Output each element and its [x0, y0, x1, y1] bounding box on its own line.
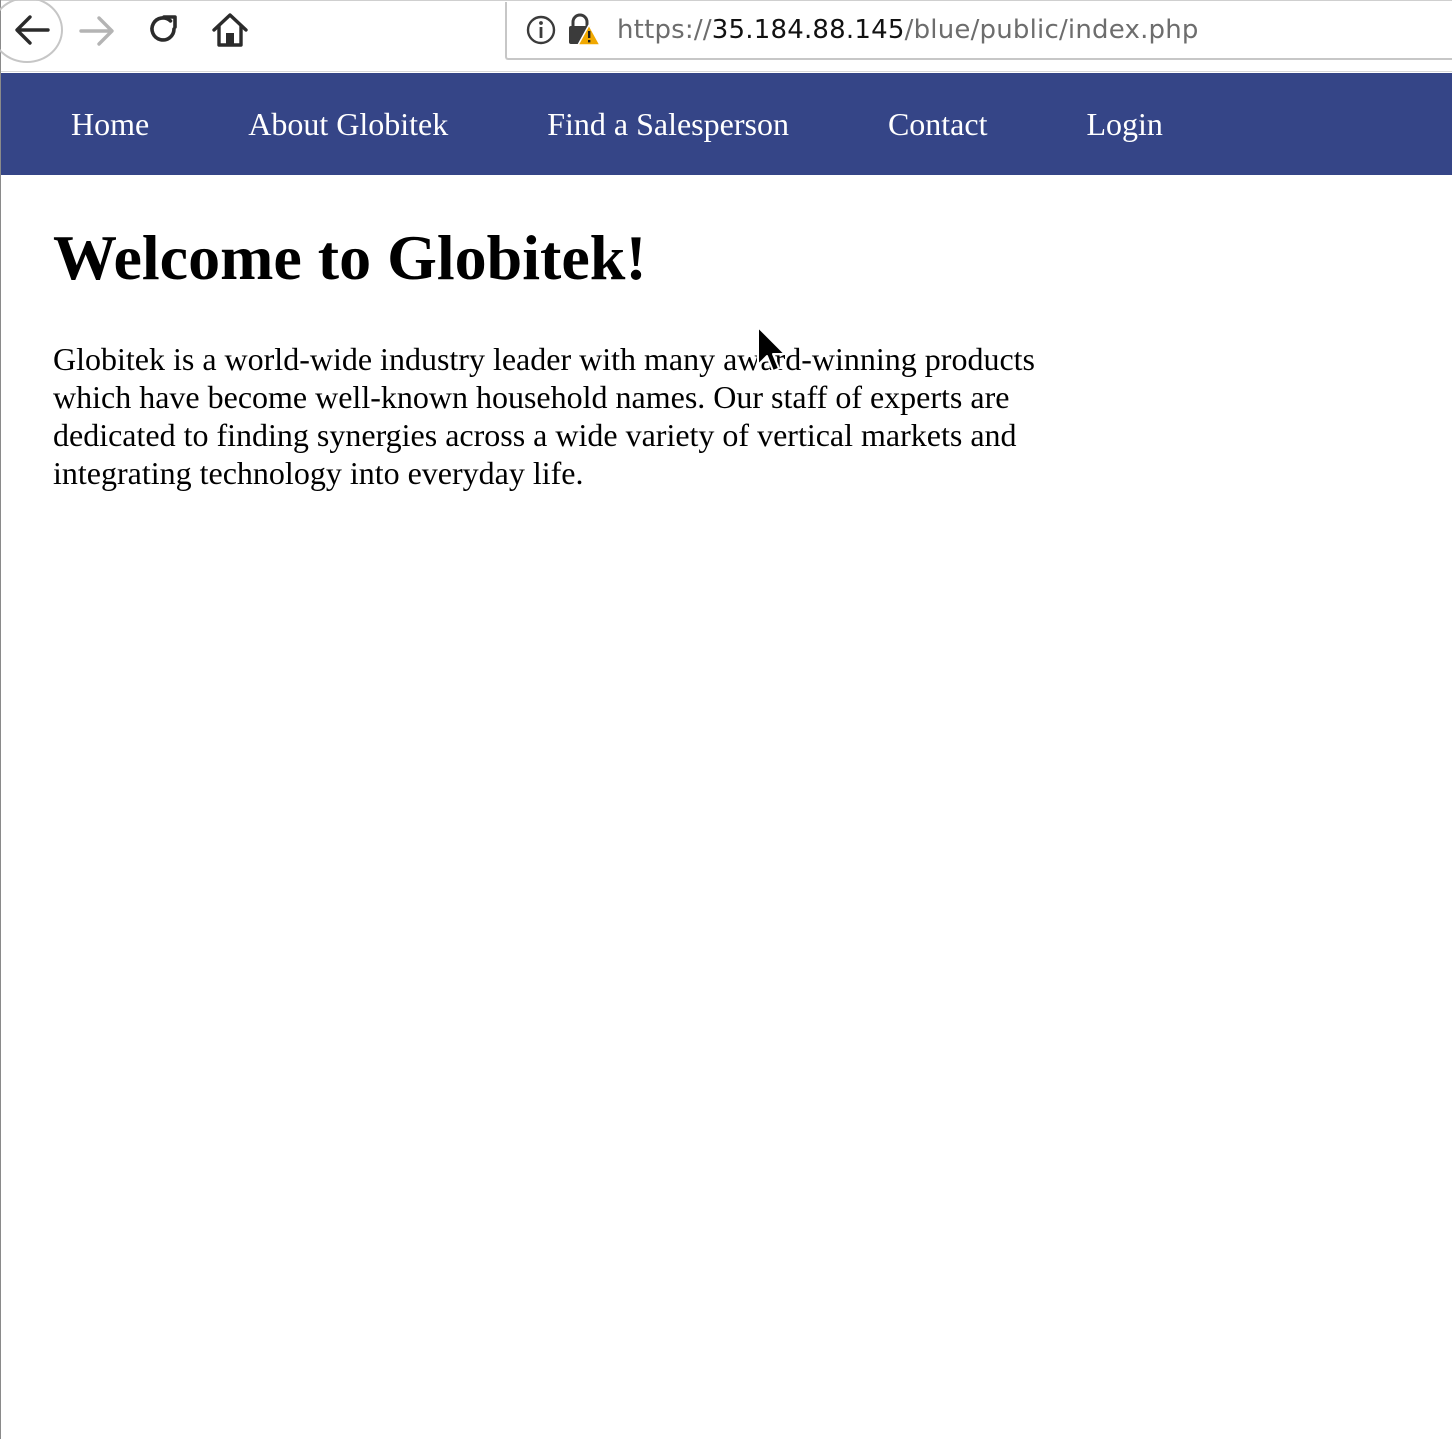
nav-link-home[interactable]: Home: [71, 106, 149, 142]
reload-icon: [150, 15, 177, 42]
nav-item-home: Home: [71, 106, 149, 143]
back-button[interactable]: [0, 0, 63, 63]
nav-link-contact[interactable]: Contact: [888, 106, 988, 142]
lock-warning-icon[interactable]: [567, 12, 601, 48]
nav-item-login: Login: [1086, 106, 1162, 143]
nav-item-contact: Contact: [888, 106, 988, 143]
home-icon: [212, 13, 248, 47]
main-navigation: Home About Globitek Find a Salesperson C…: [1, 73, 1452, 175]
nav-list: Home About Globitek Find a Salesperson C…: [71, 73, 1262, 175]
url-text[interactable]: https://35.184.88.145/blue/public/index.…: [617, 13, 1199, 47]
nav-link-about[interactable]: About Globitek: [248, 106, 448, 142]
address-bar[interactable]: https://35.184.88.145/blue/public/index.…: [505, 2, 1452, 60]
nav-item-find-salesperson: Find a Salesperson: [547, 106, 789, 143]
reload-button[interactable]: [143, 9, 183, 49]
url-host: 35.184.88.145: [711, 15, 905, 45]
home-button[interactable]: [209, 9, 251, 51]
nav-link-find-salesperson[interactable]: Find a Salesperson: [547, 106, 789, 142]
browser-toolbar: https://35.184.88.145/blue/public/index.…: [0, 0, 1452, 72]
intro-paragraph: Globitek is a world-wide industry leader…: [53, 341, 1035, 491]
arrow-right-icon: [79, 16, 114, 46]
page-title: Welcome to Globitek!: [53, 222, 647, 293]
nav-link-login[interactable]: Login: [1086, 106, 1162, 142]
main-content: Welcome to Globitek! Globitek is a world…: [53, 220, 1083, 492]
arrow-left-icon: [15, 15, 50, 45]
forward-button[interactable]: [77, 11, 117, 51]
info-icon[interactable]: [525, 14, 557, 46]
nav-item-about: About Globitek: [248, 106, 448, 143]
url-path: /blue/public/index.php: [904, 15, 1199, 45]
url-scheme: https://: [617, 15, 712, 45]
